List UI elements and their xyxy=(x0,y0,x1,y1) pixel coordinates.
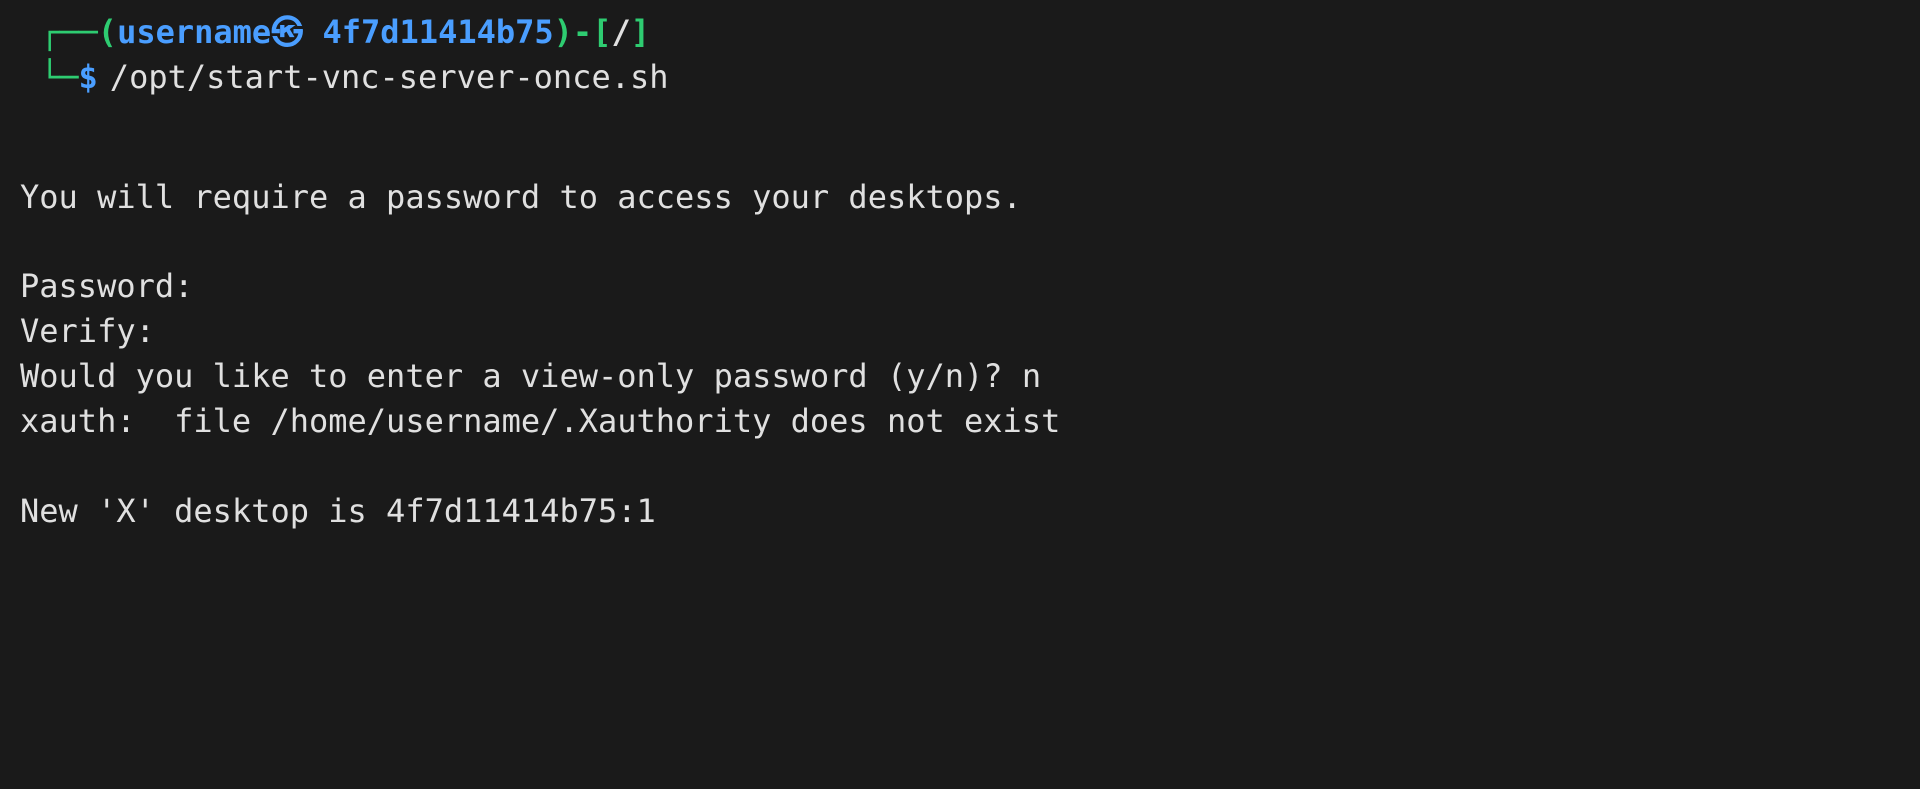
blank-line xyxy=(20,444,1900,489)
blank-line xyxy=(20,130,1900,175)
prompt-dollar: $ xyxy=(79,55,98,100)
prompt-hostname xyxy=(303,10,322,55)
prompt-username: username xyxy=(117,10,271,55)
output-password-prompt: Password: xyxy=(20,264,1900,309)
prompt-paren-close: ) xyxy=(554,10,573,55)
prompt-bracket-open: [ xyxy=(592,10,611,55)
output-verify-prompt: Verify: xyxy=(20,309,1900,354)
prompt-paren-open: ( xyxy=(98,10,117,55)
terminal-prompt-line2[interactable]: └─$ /opt/start-vnc-server-once.sh xyxy=(40,55,1900,100)
prompt-box-bottom: └─ xyxy=(40,55,79,100)
output-viewonly-prompt: Would you like to enter a view-only pass… xyxy=(20,354,1900,399)
prompt-bracket-close: ] xyxy=(631,10,650,55)
blank-line xyxy=(20,219,1900,264)
terminal-prompt-line1: ┌──(username㉿ 4f7d11414b75)-[/] xyxy=(40,10,1900,55)
prompt-path: / xyxy=(611,10,630,55)
prompt-dash: - xyxy=(573,10,592,55)
output-xauth-warning: xauth: file /home/username/.Xauthority d… xyxy=(20,399,1900,444)
prompt-box-top: ┌── xyxy=(40,10,98,55)
prompt-circle-k-icon: ㉿ xyxy=(271,10,303,55)
prompt-hostname-text: 4f7d11414b75 xyxy=(322,10,553,55)
output-require-password: You will require a password to access yo… xyxy=(20,175,1900,220)
output-new-desktop: New 'X' desktop is 4f7d11414b75:1 xyxy=(20,489,1900,534)
command-input[interactable]: /opt/start-vnc-server-once.sh xyxy=(110,55,669,100)
